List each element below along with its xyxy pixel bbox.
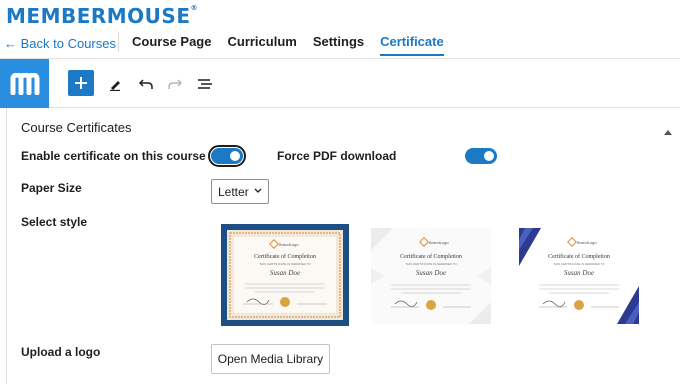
editor-toolbar (0, 58, 680, 108)
course-certificates-panel: Course Certificates Enable certificate o… (6, 108, 680, 384)
cert-heading-text: Certificate of Completion (254, 253, 316, 260)
cert-name-text: Susan Doe (564, 269, 594, 277)
certificate-style-3[interactable]: BrandLogo Certificate of Completion THIS… (519, 228, 639, 324)
nav-divider (118, 32, 119, 52)
chevron-down-icon (254, 184, 262, 201)
paper-size-select[interactable]: Letter (211, 179, 269, 204)
force-pdf-toggle[interactable] (465, 148, 497, 164)
tab-certificate[interactable]: Certificate (380, 34, 444, 56)
cert-name-text: Susan Doe (270, 269, 300, 277)
redo-icon[interactable] (162, 71, 188, 97)
cert-heading-text: Certificate of Completion (548, 253, 610, 260)
course-tabs: Course Page Curriculum Settings Certific… (132, 34, 444, 56)
cert-brand-text: BrandLogo (429, 240, 449, 245)
m-logo-icon[interactable] (0, 59, 49, 108)
select-style-label: Select style (21, 215, 88, 229)
upload-logo-label: Upload a logo (21, 345, 101, 359)
cert-brand-text: BrandLogo (279, 242, 299, 247)
tab-curriculum[interactable]: Curriculum (227, 34, 296, 56)
cert-sub-text: THIS CERTIFICATE IS AWARDED TO (259, 262, 311, 266)
tab-settings[interactable]: Settings (313, 34, 364, 56)
certificate-style-1[interactable]: BrandLogo Certificate of Completion THIS… (221, 224, 349, 326)
force-pdf-label: Force PDF download (277, 149, 397, 163)
toggle-knob (484, 151, 494, 161)
enable-certificate-toggle[interactable] (208, 145, 246, 167)
tab-course-page[interactable]: Course Page (132, 34, 211, 56)
cert-sub-text: THIS CERTIFICATE IS AWARDED TO (405, 262, 457, 266)
cert-brand-text: BrandLogo (577, 240, 597, 245)
panel-title: Course Certificates (21, 120, 132, 135)
cert-heading-text: Certificate of Completion (400, 253, 462, 260)
paper-size-label: Paper Size (21, 181, 82, 195)
top-header: MEMBERMOUSE® ← Back to Courses Course Pa… (0, 0, 680, 58)
cert-name-text: Susan Doe (416, 269, 446, 277)
open-media-library-button[interactable]: Open Media Library (211, 344, 330, 374)
add-block-icon[interactable] (68, 70, 94, 96)
membermouse-logo: MEMBERMOUSE® (6, 4, 198, 28)
paper-size-value: Letter (218, 185, 249, 199)
edit-pencil-icon[interactable] (102, 71, 128, 97)
toggle-knob (230, 151, 240, 161)
certificate-style-2[interactable]: BrandLogo Certificate of Completion THIS… (371, 228, 491, 324)
collapse-chevron-icon[interactable] (664, 122, 672, 140)
list-view-icon[interactable] (192, 71, 218, 97)
enable-certificate-label: Enable certificate on this course (21, 149, 206, 163)
cert-sub-text: THIS CERTIFICATE IS AWARDED TO (553, 262, 605, 266)
back-to-courses-link[interactable]: ← Back to Courses (4, 36, 116, 51)
undo-icon[interactable] (133, 71, 159, 97)
